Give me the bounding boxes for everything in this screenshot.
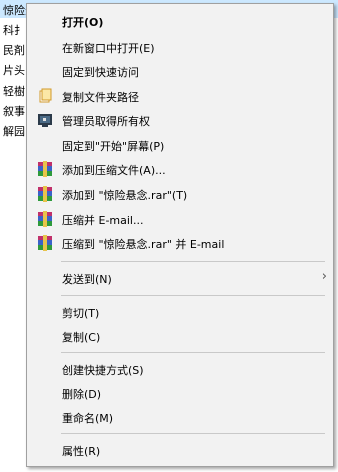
menu-separator <box>61 433 325 434</box>
menu-item-label: 压缩到 "惊险悬念.rar" 并 E-mail <box>62 238 225 251</box>
winrar-icon <box>37 186 53 202</box>
menu-item-compress-email[interactable]: 压缩并 E-mail... <box>27 208 333 230</box>
menu-item-delete[interactable]: 删除(D) <box>27 382 333 404</box>
file-name: 轻樹 <box>3 85 25 98</box>
file-name: 叙事 <box>3 105 25 118</box>
menu-separator <box>61 352 325 353</box>
admin-shield-icon <box>37 112 53 128</box>
menu-item-label: 发送到(N) <box>62 273 112 286</box>
menu-item-copy[interactable]: 复制(C) <box>27 325 333 347</box>
menu-separator <box>61 295 325 296</box>
menu-item-label: 剪切(T) <box>62 307 100 320</box>
menu-item-label: 添加到 "惊险悬念.rar"(T) <box>62 189 188 202</box>
menu-item-label: 重命名(M) <box>62 412 114 425</box>
menu-item-cut[interactable]: 剪切(T) <box>27 301 333 323</box>
menu-item-properties[interactable]: 属性(R) <box>27 439 333 461</box>
menu-item-label: 添加到压缩文件(A)... <box>62 164 166 177</box>
menu-item-open-new-window[interactable]: 在新窗口中打开(E) <box>27 36 333 58</box>
file-name: 科扌 <box>3 24 25 37</box>
menu-item-label: 删除(D) <box>62 388 102 401</box>
menu-item-add-to-archive[interactable]: 添加到压缩文件(A)... <box>27 158 333 180</box>
menu-item-compress-rar-email[interactable]: 压缩到 "惊险悬念.rar" 并 E-mail <box>27 232 333 254</box>
menu-item-pin-start[interactable]: 固定到"开始"屏幕(P) <box>27 134 333 156</box>
file-name: 片头 <box>3 64 25 77</box>
menu-item-label: 固定到"开始"屏幕(P) <box>62 140 165 153</box>
chevron-right-icon: › <box>321 269 327 284</box>
menu-item-open[interactable]: 打开(O) <box>27 10 333 32</box>
menu-item-label: 创建快捷方式(S) <box>62 364 144 377</box>
menu-item-label: 在新窗口中打开(E) <box>62 42 155 55</box>
menu-item-add-to-rar[interactable]: 添加到 "惊险悬念.rar"(T) <box>27 183 333 205</box>
menu-item-label: 属性(R) <box>62 445 101 458</box>
menu-item-pin-quick-access[interactable]: 固定到快速访问 <box>27 60 333 82</box>
file-name: 解园 <box>3 125 25 138</box>
menu-item-label: 打开(O) <box>62 16 104 29</box>
winrar-icon <box>37 161 53 177</box>
menu-item-label: 复制文件夹路径 <box>62 91 139 104</box>
menu-item-label: 复制(C) <box>62 331 101 344</box>
context-menu: 打开(O) 在新窗口中打开(E) 固定到快速访问 复制文件夹路径 管理员取得所有… <box>26 3 334 467</box>
menu-item-label: 压缩并 E-mail... <box>62 214 144 227</box>
file-name: 民剤 <box>3 44 25 57</box>
menu-item-label: 固定到快速访问 <box>62 66 139 79</box>
menu-separator <box>61 261 325 262</box>
menu-item-rename[interactable]: 重命名(M) <box>27 406 333 428</box>
clipboard-icon <box>37 88 53 104</box>
winrar-icon <box>37 211 53 227</box>
menu-item-take-ownership[interactable]: 管理员取得所有权 <box>27 109 333 131</box>
menu-item-copy-folder-path[interactable]: 复制文件夹路径 <box>27 85 333 107</box>
menu-item-send-to[interactable]: 发送到(N) › <box>27 267 333 289</box>
winrar-icon <box>37 235 53 251</box>
menu-item-create-shortcut[interactable]: 创建快捷方式(S) <box>27 358 333 380</box>
menu-item-label: 管理员取得所有权 <box>62 115 150 128</box>
